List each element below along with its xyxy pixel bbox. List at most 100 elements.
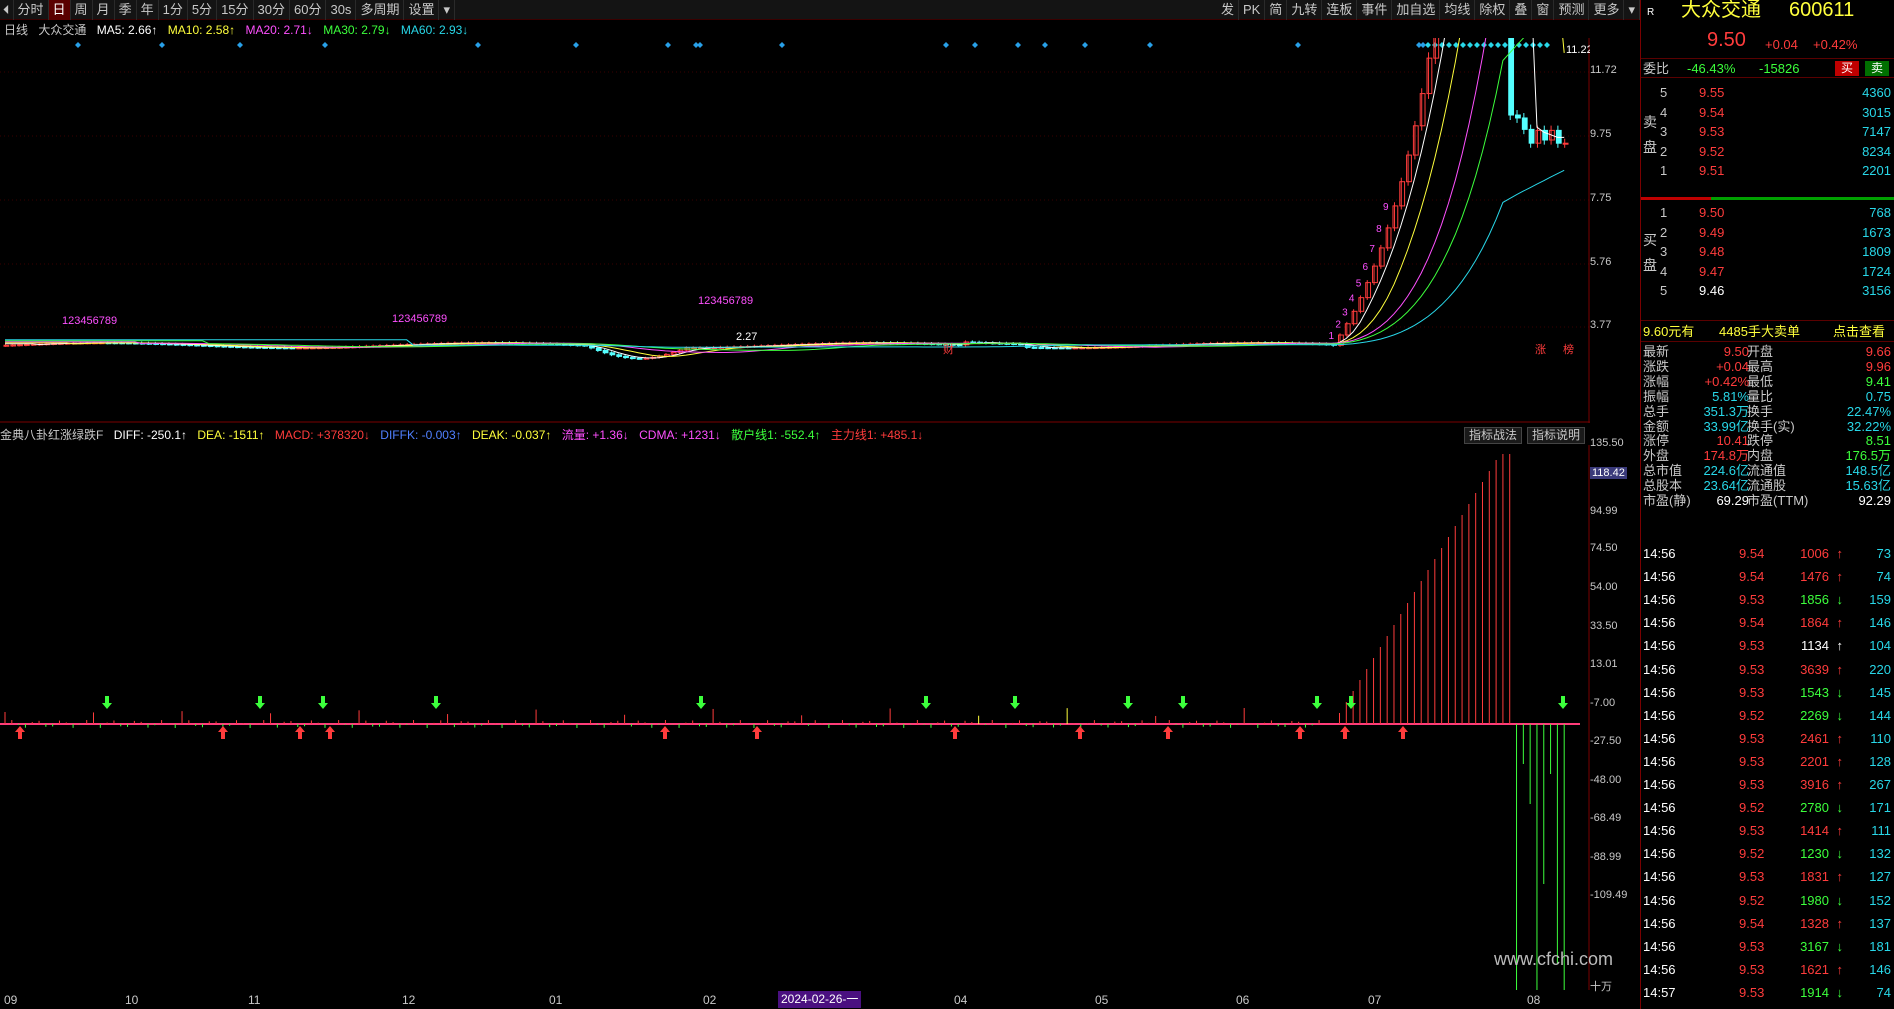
ask-row-4[interactable]: 1 9.51 2201 <box>1641 161 1894 180</box>
bid-row-0[interactable]: 1 9.50 768 <box>1641 203 1894 222</box>
tick-time: 14:56 <box>1643 707 1676 723</box>
toolbar-right-item-2[interactable]: 简 <box>1265 0 1288 20</box>
weicha-value: -15826 <box>1759 61 1800 76</box>
toolbar-right-item-9[interactable]: 叠 <box>1510 0 1533 20</box>
candle-body <box>1562 142 1569 145</box>
time-label: 08 <box>1527 993 1541 1007</box>
candle-body <box>1045 347 1052 350</box>
indicator-help-button[interactable]: 指标说明 <box>1527 427 1586 444</box>
tick-row: 14:56 9.54 1006 ↑ 73 <box>1641 544 1894 563</box>
level-volume: 768 <box>1869 205 1891 220</box>
tick-row: 14:56 9.52 1230 ↓ 132 <box>1641 844 1894 863</box>
candle-body <box>1392 205 1399 229</box>
toolbar-item-11[interactable]: 30s <box>326 0 357 20</box>
more-dropdown-icon[interactable]: ▾ <box>1624 0 1640 20</box>
signal-diamond <box>237 42 243 48</box>
bid-row-1[interactable]: 2 9.49 1673 <box>1641 223 1894 242</box>
time-label: 11 <box>248 993 261 1007</box>
candle-body <box>1521 117 1528 130</box>
ask-row-2[interactable]: 3 9.53 7147 <box>1641 122 1894 141</box>
candlestick-chart[interactable]: 123456789 123456789 123456789 123456789 11.2… <box>0 38 1590 423</box>
ask-row-1[interactable]: 4 9.54 3015 <box>1641 103 1894 122</box>
toolbar-right-item-5[interactable]: 事件 <box>1357 0 1393 20</box>
toolbar-item-1[interactable]: 日 <box>48 0 71 20</box>
sell-arrow <box>1346 696 1356 709</box>
tick-volume: 1831 <box>1800 869 1829 885</box>
toolbar-right-item-10[interactable]: 窗 <box>1532 0 1555 20</box>
toolbar-right-item-0[interactable]: 发 <box>1217 0 1239 20</box>
candle-body <box>1351 310 1358 325</box>
toolbar-item-10[interactable]: 60分 <box>290 0 327 20</box>
signal-diamond <box>1488 42 1494 48</box>
candle-body <box>1412 125 1419 156</box>
level-label: 4 <box>1660 104 1668 120</box>
up-arrow-icon: ↑ <box>1836 661 1844 677</box>
quote-price: 9.50 <box>1707 29 1746 51</box>
nav-left-icon[interactable]: ⏴ <box>0 0 14 20</box>
toolbar-right-item-6[interactable]: 加自选 <box>1392 0 1441 20</box>
stat-label: 最新 <box>1643 344 1670 359</box>
bid-row-3[interactable]: 4 9.47 1724 <box>1641 262 1894 281</box>
candle-body <box>1399 181 1406 207</box>
tick-time: 14:56 <box>1643 846 1676 862</box>
toolbar-item-6[interactable]: 1分 <box>159 0 188 20</box>
up-arrow-icon: ↑ <box>1836 546 1844 561</box>
level-volume: 1673 <box>1862 224 1891 240</box>
ask-row-3[interactable]: 2 9.52 8234 <box>1641 142 1894 161</box>
toolbar-right-item-7[interactable]: 均线 <box>1440 0 1476 20</box>
candle-body <box>602 349 609 354</box>
toolbar-right-item-4[interactable]: 连板 <box>1322 0 1358 20</box>
sell-arrow <box>255 696 265 709</box>
tick-price: 9.53 <box>1739 638 1765 654</box>
signal-diamond <box>1446 42 1452 48</box>
stat-label: 换手 <box>1747 403 1774 419</box>
toolbar-item-9[interactable]: 30分 <box>254 0 290 20</box>
tick-price: 9.53 <box>1739 938 1765 954</box>
indicator-tick: 33.50 <box>1590 620 1618 632</box>
count-digit: 7 <box>1369 244 1375 255</box>
toolbar-right-item-8[interactable]: 除权 <box>1475 0 1511 20</box>
stat-label: 最低 <box>1747 373 1774 389</box>
tick-count: 145 <box>1869 684 1891 700</box>
toolbar-item-4[interactable]: 季 <box>115 0 137 20</box>
toolbar-right-item-11[interactable]: 预测 <box>1554 0 1590 20</box>
toolbar-item-3[interactable]: 月 <box>93 0 115 20</box>
candle-body <box>1426 57 1433 95</box>
toolbar-item-2[interactable]: 周 <box>71 0 93 20</box>
toolbar-item-7[interactable]: 5分 <box>188 0 218 20</box>
tick-row: 14:56 9.53 3639 ↑ 220 <box>1641 660 1894 679</box>
buy-button[interactable]: 买 <box>1835 61 1859 76</box>
tick-time: 14:56 <box>1643 892 1676 908</box>
toolbar-item-12[interactable]: 多周期 <box>356 0 405 20</box>
toolbar-item-13[interactable]: 设置 <box>404 0 440 20</box>
indicator-chart[interactable] <box>0 445 1590 990</box>
sell-button[interactable]: 卖 <box>1865 61 1889 76</box>
toolbar-right-item-3[interactable]: 九转 <box>1287 0 1323 20</box>
bid-row-2[interactable]: 3 9.48 1809 <box>1641 242 1894 261</box>
stat-label: 振幅 <box>1643 388 1670 404</box>
period-dropdown-icon[interactable]: ▾ <box>439 0 455 20</box>
level-price: 9.50 <box>1699 205 1725 220</box>
ask-row-0[interactable]: 5 9.55 4360 <box>1641 83 1894 102</box>
toolbar-right-item-12[interactable]: 更多 <box>1589 0 1625 20</box>
price-tick: 7.75 <box>1590 192 1612 204</box>
level-volume: 1809 <box>1862 244 1891 259</box>
sell-arrow <box>318 696 328 709</box>
period-toolbar: ⏴ 分时日周月季年 1分 5分 15分 30分 60分 30s 多周期 设置 ▾ 发 PK 简九转 连板 事件… <box>0 0 1640 20</box>
toolbar-item-0[interactable]: 分时 <box>14 0 49 20</box>
tick-time: 14:56 <box>1643 661 1676 677</box>
buy-arrow <box>1340 726 1350 739</box>
bid-row-4[interactable]: 5 9.46 3156 <box>1641 281 1894 300</box>
price-tick: 3.77 <box>1590 319 1612 331</box>
toolbar-item-8[interactable]: 15分 <box>217 0 254 20</box>
indicator-name: 金典八卦红涨绿跌F <box>0 428 104 442</box>
toolbar-item-5[interactable]: 年 <box>137 0 159 20</box>
big-order-link[interactable]: 点击查看 <box>1833 321 1885 342</box>
indicator-strategy-button[interactable]: 指标战法 <box>1464 427 1523 444</box>
tick-time: 14:56 <box>1643 615 1676 631</box>
tick-price: 9.53 <box>1739 823 1765 839</box>
toolbar-right-item-1[interactable]: PK <box>1239 0 1266 20</box>
stat-label: 涨跌 <box>1643 358 1670 374</box>
indicator-tick: -48.00 <box>1590 774 1622 786</box>
candle-body <box>623 355 629 359</box>
